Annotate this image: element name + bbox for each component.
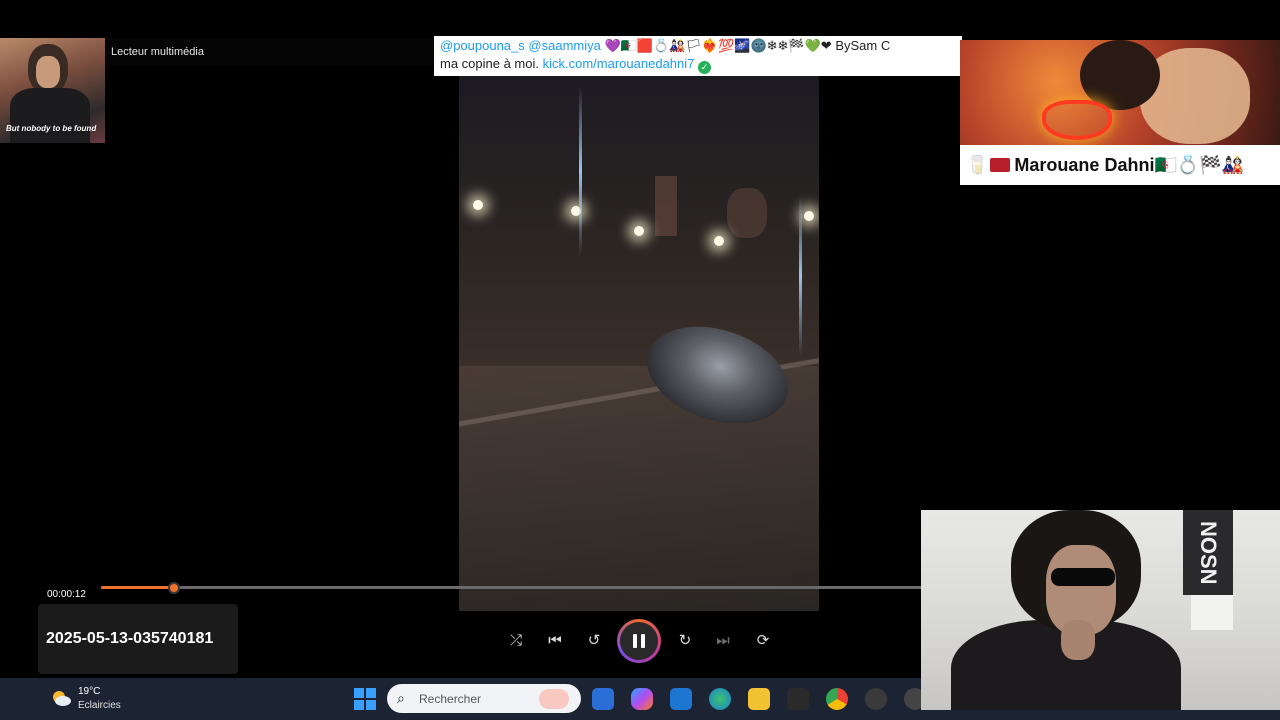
video-light-streak	[799, 196, 802, 356]
repeat-off-icon: ⟳	[756, 632, 770, 649]
play-pause-button[interactable]	[617, 619, 661, 663]
thumbnail-caption: But nobody to be found	[6, 124, 97, 133]
tweet-mention[interactable]: @saammiya	[528, 38, 600, 53]
pause-icon	[620, 622, 658, 660]
next-track-icon: ⏭	[716, 631, 730, 649]
tweet-mention[interactable]: @poupouna_s	[440, 38, 525, 53]
webcam-person-hand	[1061, 620, 1095, 660]
rewind-10-icon: ↺	[587, 632, 601, 649]
previous-track-icon: ⏮	[548, 631, 562, 649]
forward-button[interactable]: ↻	[675, 630, 695, 650]
chrome-icon[interactable]	[826, 688, 848, 710]
file-explorer-icon[interactable]	[748, 688, 770, 710]
edge-browser-icon[interactable]	[709, 688, 731, 710]
thumbnail-jacket	[10, 88, 90, 143]
promo-figure-hair	[1080, 40, 1160, 110]
promo-name-prefix: 🥛	[966, 155, 989, 175]
rewind-button[interactable]: ↺	[584, 630, 604, 650]
video-street-light	[714, 236, 724, 246]
promo-overlay: 🥛 Marouane Dahni🇩🇿💍🏁🎎	[960, 40, 1280, 185]
search-highlight-icon	[539, 689, 569, 709]
video-light-streak	[579, 86, 582, 256]
video-frame[interactable]	[459, 76, 819, 611]
flag-icon	[990, 158, 1011, 172]
promo-name-suffix: 🇩🇿💍🏁🎎	[1154, 155, 1245, 175]
outlook-icon[interactable]	[670, 688, 692, 710]
search-icon: ⌕	[397, 690, 405, 706]
app-icon-notification[interactable]	[865, 688, 887, 710]
shuffle-button[interactable]: ⤮	[506, 630, 526, 650]
seek-thumb[interactable]	[168, 582, 180, 594]
video-pole	[655, 176, 677, 236]
weather-partly-sunny-icon	[53, 691, 71, 706]
app-icon-store[interactable]	[592, 688, 614, 710]
thumbnail-face	[36, 56, 60, 88]
copilot-icon[interactable]	[631, 688, 653, 710]
video-street-light	[804, 211, 814, 221]
video-street-light	[634, 226, 644, 236]
tweet-link[interactable]: kick.com/marouanedahni7	[543, 56, 695, 71]
webcam-overlay: NOSN	[921, 510, 1280, 710]
profile-thumbnail: But nobody to be found	[0, 38, 105, 143]
now-playing-card[interactable]: 2025-05-13-035740181	[38, 604, 238, 674]
shuffle-icon: ⤮	[509, 631, 522, 649]
previous-button[interactable]: ⏮	[545, 630, 565, 650]
forward-30-icon: ↻	[678, 632, 692, 649]
heart-icon	[1042, 100, 1112, 140]
tweet-line2: ma copine à moi.	[440, 56, 539, 71]
promo-image	[960, 40, 1280, 145]
repeat-button[interactable]: ⟳	[753, 630, 773, 650]
promo-name-text: Marouane Dahni	[1014, 155, 1155, 175]
tweet-emojis: 💜🇩🇿🟥💍🎎🏳❤‍🔥💯🌌🌚❄❄🏁💚❤	[604, 38, 832, 53]
next-button[interactable]: ⏭	[713, 630, 733, 650]
seek-bar-progress	[101, 586, 174, 589]
search-placeholder: Rechercher	[419, 692, 482, 706]
audio-app-icon[interactable]	[787, 688, 809, 710]
media-player-window: Lecteur multimédia 00:00:12 2025-05-13-0…	[0, 38, 960, 678]
current-time: 00:00:12	[47, 589, 86, 600]
weather-temperature[interactable]: 19°C	[78, 686, 100, 697]
video-street-sign	[727, 188, 767, 238]
taskbar-search[interactable]: ⌕ Rechercher	[387, 684, 581, 713]
start-button[interactable]	[354, 688, 376, 710]
webcam-banner: NOSN	[1183, 510, 1233, 595]
promo-name: 🥛 Marouane Dahni🇩🇿💍🏁🎎	[966, 155, 1244, 176]
tweet-tail: BySam C	[835, 38, 891, 53]
weather-description[interactable]: Eclaircies	[78, 700, 121, 711]
window-title: Lecteur multimédia	[111, 46, 204, 58]
video-street-light	[473, 200, 483, 210]
sunglasses-icon	[1051, 568, 1115, 586]
seek-bar[interactable]	[101, 586, 960, 589]
verified-badge-icon: ✓	[698, 61, 711, 74]
file-name: 2025-05-13-035740181	[46, 630, 214, 647]
overlay-tweet-text: @poupouna_s @saammiya 💜🇩🇿🟥💍🎎🏳❤‍🔥💯🌌🌚❄❄🏁💚❤…	[434, 36, 962, 76]
